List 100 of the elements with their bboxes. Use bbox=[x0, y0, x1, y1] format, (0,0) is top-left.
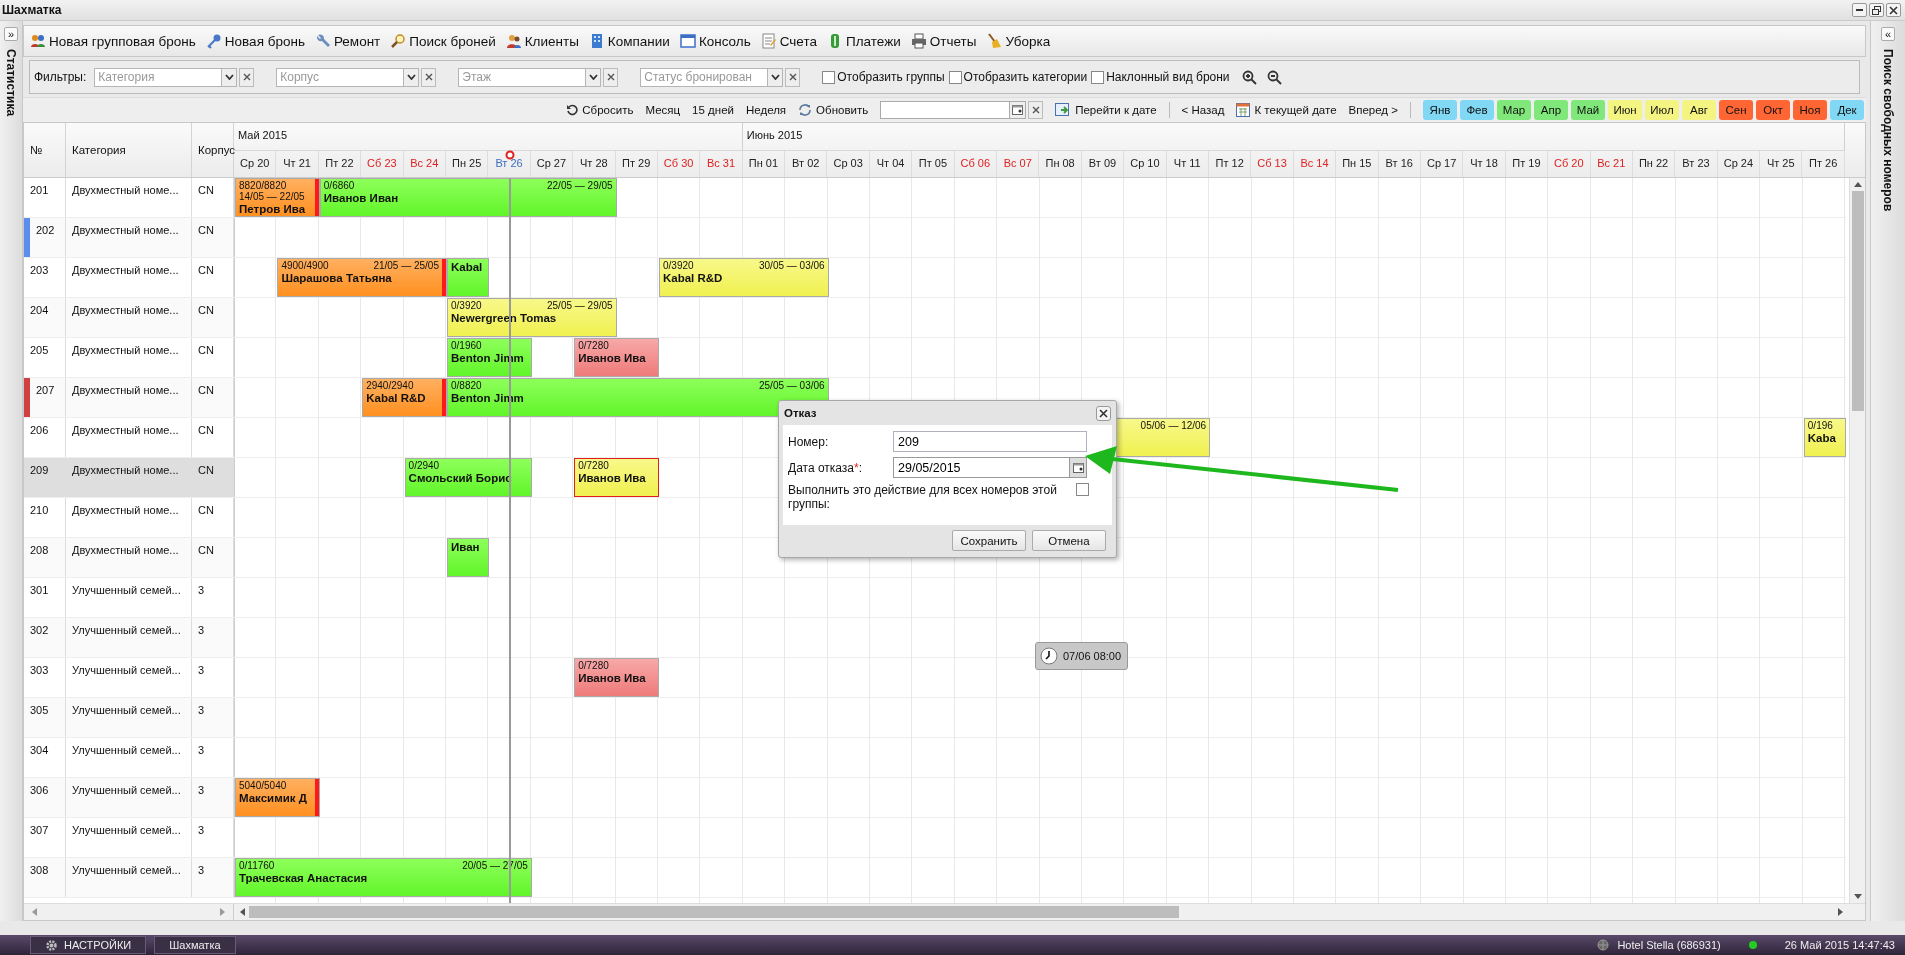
checkbox[interactable] bbox=[1091, 70, 1105, 84]
booking-bar[interactable]: 2940/2940 Kabal R&D bbox=[362, 378, 447, 417]
toolbar-button[interactable]: Поиск броней bbox=[390, 33, 496, 49]
filter-combo[interactable]: Корпус bbox=[276, 67, 405, 87]
scroll-right-icon[interactable] bbox=[1838, 908, 1843, 916]
toolbar-button[interactable]: Консоль bbox=[679, 33, 751, 49]
room-number-cell[interactable]: 305 bbox=[24, 698, 66, 737]
room-number-cell[interactable]: 208 bbox=[24, 538, 66, 577]
scroll-up-icon[interactable] bbox=[1853, 182, 1862, 187]
booking-bar[interactable]: 0/3920 30/05 — 03/06 Kabal R&D bbox=[659, 258, 829, 297]
booking-bar[interactable]: Kabal bbox=[447, 258, 490, 297]
booking-bar[interactable]: 0/7280 Иванов Ива bbox=[574, 338, 659, 377]
booking-bar[interactable]: 0/3920 25/05 — 29/05 Newergreen Tomas bbox=[447, 298, 617, 337]
close-button[interactable] bbox=[1886, 3, 1901, 17]
month-button[interactable]: Сен bbox=[1719, 100, 1753, 120]
calendar-button[interactable] bbox=[1070, 457, 1087, 478]
input-field[interactable]: 209 bbox=[893, 431, 1087, 452]
booking-bar[interactable]: 0/1960 Benton Jimm bbox=[447, 338, 532, 377]
refresh-button[interactable]: Обновить bbox=[798, 104, 869, 116]
taskbar-button[interactable]: НАСТРОЙКИ bbox=[30, 936, 147, 954]
zoom-in-icon[interactable] bbox=[1241, 69, 1257, 85]
taskbar-button[interactable]: Шахматка bbox=[154, 936, 236, 954]
vertical-scrollbar[interactable] bbox=[1849, 178, 1865, 903]
month-button[interactable]: Апр bbox=[1534, 100, 1568, 120]
column-header[interactable]: № bbox=[24, 123, 66, 177]
room-number-cell[interactable]: 209 bbox=[24, 458, 66, 497]
scroll-left-icon[interactable] bbox=[240, 908, 245, 916]
toolbar-button[interactable]: Компании bbox=[588, 33, 670, 49]
booking-bar[interactable]: Иван bbox=[447, 538, 490, 577]
checkbox[interactable] bbox=[948, 70, 962, 84]
booking-bar[interactable]: 4900/4900 21/05 — 25/05 Шарашова Татьяна bbox=[277, 258, 447, 297]
toolbar-button[interactable]: Счета bbox=[760, 33, 817, 49]
month-button[interactable]: Фев bbox=[1460, 100, 1494, 120]
booking-bar[interactable]: 0/6860 22/05 — 29/05 Иванов Иван bbox=[319, 178, 617, 217]
dropdown-button[interactable] bbox=[404, 67, 420, 87]
filter-combo[interactable]: Этаж bbox=[458, 67, 587, 87]
dropdown-button[interactable] bbox=[586, 67, 602, 87]
expand-button[interactable]: » bbox=[4, 27, 18, 41]
filter-combo[interactable]: Статус бронирован bbox=[640, 67, 769, 87]
month-button[interactable]: Дек bbox=[1830, 100, 1864, 120]
dropdown-button[interactable] bbox=[768, 67, 784, 87]
toolbar-button[interactable]: Платежи bbox=[826, 33, 901, 49]
toolbar-button[interactable]: Отчеты bbox=[910, 33, 977, 49]
clear-button[interactable] bbox=[239, 67, 255, 87]
filter-combo[interactable]: Категория bbox=[94, 67, 223, 87]
booking-bar[interactable]: 0/7280 Иванов Ива bbox=[574, 658, 659, 697]
reset-button[interactable]: Сбросить bbox=[566, 104, 634, 116]
month-button[interactable]: Июн bbox=[1608, 100, 1642, 120]
room-number-cell[interactable]: 308 bbox=[24, 858, 66, 897]
date-field[interactable] bbox=[880, 101, 1011, 119]
booking-bar[interactable]: 8820/8820 14/05 — 22/05 Петров Ива bbox=[235, 178, 320, 217]
scrollbar-thumb[interactable] bbox=[1851, 191, 1864, 411]
room-number-cell[interactable]: 302 bbox=[24, 618, 66, 657]
month-button[interactable]: Ноя bbox=[1793, 100, 1827, 120]
toolbar-button[interactable]: Новая бронь bbox=[205, 33, 305, 49]
clear-button[interactable] bbox=[603, 67, 619, 87]
minimize-button[interactable] bbox=[1852, 3, 1867, 17]
toolbar-button[interactable]: Ремонт bbox=[314, 33, 381, 49]
today-button[interactable]: К текущей дате bbox=[1236, 103, 1337, 117]
clear-button[interactable] bbox=[785, 67, 801, 87]
booking-bar[interactable]: 0/7280 Иванов Ива bbox=[574, 458, 659, 497]
close-button[interactable] bbox=[1096, 405, 1111, 421]
calendar-button[interactable] bbox=[1010, 101, 1027, 119]
dialog-button[interactable]: Сохранить bbox=[952, 530, 1026, 551]
month-button[interactable]: Май bbox=[1571, 100, 1605, 120]
view-button[interactable]: 15 дней bbox=[692, 104, 734, 116]
booking-bar[interactable]: 5040/5040 Максимик Д bbox=[235, 778, 320, 817]
checkbox[interactable] bbox=[1076, 483, 1089, 496]
back-button[interactable]: < Назад bbox=[1181, 104, 1225, 116]
checkbox[interactable] bbox=[822, 70, 836, 84]
month-button[interactable]: Июл bbox=[1645, 100, 1679, 120]
month-button[interactable]: Янв bbox=[1423, 100, 1457, 120]
toolbar-button[interactable]: Новая групповая бронь bbox=[30, 33, 196, 49]
month-button[interactable]: Мар bbox=[1497, 100, 1531, 120]
dialog-button[interactable]: Отмена bbox=[1032, 530, 1106, 551]
month-button[interactable]: Окт bbox=[1756, 100, 1790, 120]
clear-button[interactable] bbox=[1028, 101, 1044, 119]
date-field[interactable]: 29/05/2015 bbox=[893, 457, 1070, 478]
room-number-cell[interactable]: 306 bbox=[24, 778, 66, 817]
booking-bar[interactable]: 0/196 Kaba bbox=[1803, 418, 1847, 457]
scroll-down-icon[interactable] bbox=[1853, 894, 1862, 899]
view-button[interactable]: Месяц bbox=[645, 104, 681, 116]
room-number-cell[interactable]: 204 bbox=[24, 298, 66, 337]
month-button[interactable]: Авг bbox=[1682, 100, 1716, 120]
scrollbar-thumb[interactable] bbox=[249, 906, 1179, 918]
toolbar-button[interactable]: Уборка bbox=[986, 33, 1051, 49]
toolbar-button[interactable]: Клиенты bbox=[505, 33, 579, 49]
dropdown-button[interactable] bbox=[222, 67, 238, 87]
column-header[interactable]: Корпус bbox=[192, 123, 234, 177]
restore-button[interactable] bbox=[1869, 3, 1884, 17]
column-header[interactable]: Категория bbox=[66, 123, 192, 177]
zoom-out-icon[interactable] bbox=[1266, 69, 1282, 85]
expand-button[interactable]: « bbox=[1881, 27, 1895, 41]
booking-bar[interactable]: 0/2940 Смольский Борис bbox=[404, 458, 532, 497]
room-number-cell[interactable]: 207 bbox=[24, 378, 66, 417]
go-to-date-button[interactable]: Перейти к дате bbox=[1055, 103, 1157, 117]
clear-button[interactable] bbox=[421, 67, 437, 87]
room-number-cell[interactable]: 202 bbox=[24, 218, 66, 257]
forward-button[interactable]: Вперед > bbox=[1348, 104, 1398, 116]
view-button[interactable]: Неделя bbox=[746, 104, 787, 116]
